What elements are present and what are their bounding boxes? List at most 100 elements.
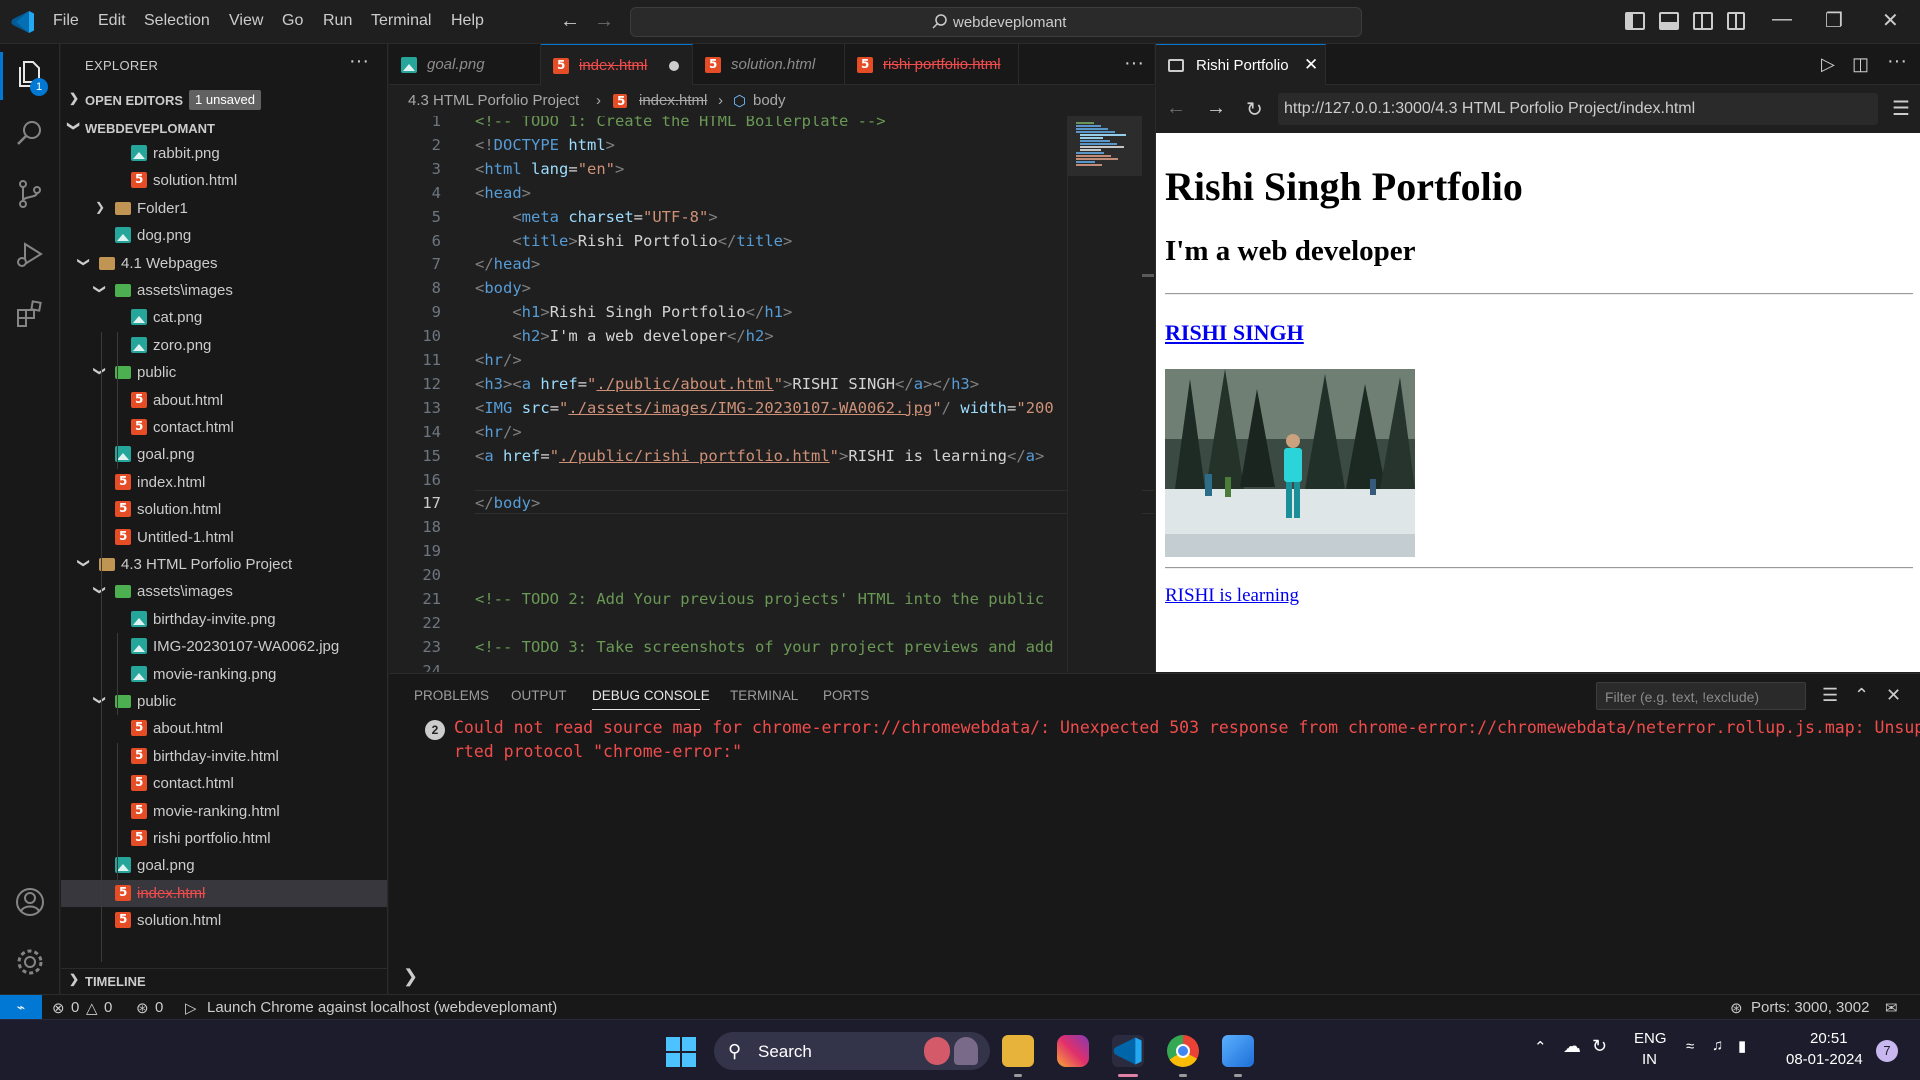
vscode-app-icon[interactable] [1112,1035,1144,1067]
url-bar[interactable]: http://127.0.0.1:3000/4.3 HTML Porfolio … [1278,93,1878,125]
tree-file[interactable]: solution.html [61,496,387,523]
more-actions-icon[interactable]: ··· [349,50,369,73]
source-control-icon[interactable] [14,178,46,210]
tree-folder[interactable]: ❯public [61,359,387,386]
taskbar-search-box[interactable]: ⚲ Search [714,1032,990,1070]
menu-file[interactable]: File [53,12,79,30]
menu-icon[interactable]: ☰ [1892,96,1910,121]
customize-layout-icon[interactable] [1727,12,1745,30]
workspace-header[interactable]: ❯ WEBDEVEPLOMANT [61,116,387,140]
warning-count[interactable]: 0 [104,999,112,1016]
menu-selection[interactable]: Selection [144,12,210,30]
tab-rishi-portfolio-html[interactable]: rishi portfolio.html [845,44,1019,85]
toggle-sidebar-icon[interactable] [1625,12,1645,30]
open-editors-header[interactable]: ❯ OPEN EDITORS 1 unsaved [61,88,387,112]
toggle-panel-icon[interactable] [1659,12,1679,30]
region-label[interactable]: IN [1642,1051,1657,1068]
tree-file[interactable]: solution.html [61,907,387,934]
tree-file[interactable]: IMG-20230107-WA0062.jpg [61,633,387,660]
browser-forward-icon[interactable]: → [1206,97,1226,120]
tree-folder[interactable]: ❯public [61,688,387,715]
tree-file[interactable]: index.html [61,469,387,496]
menu-view[interactable]: View [229,12,263,30]
debug-console-filter-input[interactable]: Filter (e.g. text, !exclude) [1596,682,1806,710]
tree-file[interactable]: dog.png [61,222,387,249]
more-actions-icon[interactable]: ··· [1124,52,1144,75]
broadcast-count[interactable]: 0 [155,999,163,1016]
panel-tab-problems[interactable]: PROBLEMS [414,688,489,703]
tab-goal-png[interactable]: goal.png [389,44,541,85]
tree-file[interactable]: cat.png [61,304,387,331]
tree-folder[interactable]: ❯assets\images [61,277,387,304]
forward-arrow-icon[interactable]: → [594,10,614,33]
debug-launch-config[interactable]: Launch Chrome against localhost (webdeve… [207,999,557,1016]
tree-file[interactable]: zoro.png [61,332,387,359]
wifi-icon[interactable]: ≈ [1686,1038,1694,1055]
repl-input-prompt[interactable]: ❯ [403,966,418,987]
menu-go[interactable]: Go [282,12,303,30]
tree-file[interactable]: movie-ranking.html [61,798,387,825]
close-window-icon[interactable]: ✕ [1882,8,1899,33]
panel-tab-ports[interactable]: PORTS [823,688,869,703]
ports-icon[interactable]: ⊛ [1730,999,1743,1017]
tree-file[interactable]: birthday-invite.html [61,743,387,770]
sync-icon[interactable]: ↻ [1592,1036,1607,1057]
split-editor-icon[interactable]: ◫ [1852,54,1869,75]
chevron-down-icon[interactable]: ❯ [77,257,91,267]
tree-file[interactable]: contact.html [61,414,387,441]
code-editor[interactable]: 1 <!-- TODO 1: Create the HTML Boilerplat… [389,116,1154,672]
breadcrumb-folder[interactable]: 4.3 HTML Porfolio Project [408,92,579,109]
tree-file[interactable]: rishi portfolio.html [61,825,387,852]
extensions-icon[interactable] [14,298,46,330]
word-wrap-icon[interactable]: ☰ [1822,685,1838,706]
tree-folder[interactable]: ❯ Folder1 [61,195,387,222]
menu-edit[interactable]: Edit [98,12,126,30]
debug-launch-icon[interactable]: ▷ [185,999,197,1017]
tree-file[interactable]: about.html [61,715,387,742]
panel-tab-output[interactable]: OUTPUT [511,688,567,703]
search-icon[interactable] [14,118,46,150]
unsaved-dot-icon[interactable] [669,61,679,71]
learning-link[interactable]: RISHI is learning [1165,585,1299,607]
run-icon[interactable]: ▷ [1821,54,1835,75]
tree-folder[interactable]: ❯assets\images [61,578,387,605]
tab-solution-html[interactable]: solution.html [693,44,845,85]
tree-folder[interactable]: ❯ 4.3 HTML Porfolio Project [61,551,387,578]
ports-status[interactable]: Ports: 3000, 3002 [1751,999,1869,1016]
tree-file[interactable]: movie-ranking.png [61,661,387,688]
tab-index-html[interactable]: index.html [541,44,693,85]
error-status-icon[interactable]: ⊗ [52,999,65,1017]
tree-file[interactable]: contact.html [61,770,387,797]
error-count[interactable]: 0 [71,999,79,1016]
breadcrumb-symbol[interactable]: body [753,92,786,109]
accounts-icon[interactable] [14,886,46,918]
chevron-down-icon[interactable]: ❯ [93,284,107,294]
about-link[interactable]: RISHI SINGH [1165,320,1304,346]
chrome-app-icon[interactable] [1167,1035,1199,1067]
battery-icon[interactable]: ▮ [1738,1037,1746,1055]
tree-file[interactable]: Untitled-1.html [61,524,387,551]
command-center[interactable]: webdeveplomant [630,7,1362,37]
minimap[interactable] [1067,116,1142,672]
warning-icon[interactable]: △ [86,999,98,1017]
close-icon[interactable]: ✕ [1304,55,1318,75]
tree-file[interactable]: index.html [61,879,387,907]
menu-terminal[interactable]: Terminal [371,12,431,30]
show-hidden-icons-icon[interactable]: ⌃ [1534,1038,1547,1056]
instagram-app-icon[interactable] [1057,1035,1089,1067]
chevron-right-icon[interactable]: ❯ [95,200,105,214]
browser-back-icon[interactable]: ← [1166,97,1186,120]
tree-file[interactable]: birthday-invite.png [61,606,387,633]
menu-run[interactable]: Run [323,12,352,30]
clock-date[interactable]: 08-01-2024 [1786,1051,1863,1068]
chevron-down-icon[interactable]: ❯ [77,558,91,568]
volume-icon[interactable]: ♫ [1712,1037,1723,1054]
photos-app-icon[interactable] [1222,1035,1254,1067]
onedrive-cloud-icon[interactable]: ☁ [1563,1036,1581,1057]
tree-file[interactable]: solution.html [61,167,387,194]
tab-rishi-portfolio[interactable]: Rishi Portfolio ✕ [1156,44,1326,85]
tree-file[interactable]: about.html [61,387,387,414]
panel-tab-terminal[interactable]: TERMINAL [730,688,798,703]
windows-start-icon[interactable] [666,1037,696,1067]
maximize-panel-icon[interactable]: ⌃ [1854,685,1869,706]
